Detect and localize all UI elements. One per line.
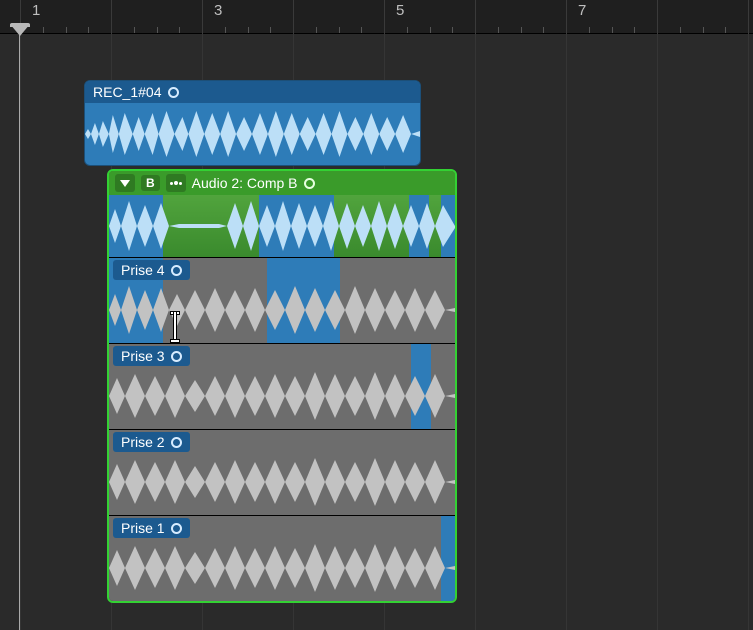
comp-row[interactable]: B Audio 2: Comp B	[109, 171, 455, 257]
ruler-ticks	[0, 23, 753, 33]
loop-icon	[304, 178, 315, 189]
waveform	[109, 280, 455, 340]
take-folder-audio2[interactable]: B Audio 2: Comp B Prise	[107, 169, 457, 603]
loop-icon	[171, 265, 182, 276]
region-name: REC_1#04	[93, 84, 162, 100]
chevron-down-icon	[120, 180, 130, 187]
timeline-ruler[interactable]: 1 3 5 7	[0, 0, 753, 34]
take-name: Prise 1	[121, 520, 165, 536]
loop-icon	[171, 437, 182, 448]
split-cursor-icon[interactable]	[171, 312, 179, 342]
region-header[interactable]: REC_1#04	[85, 81, 420, 103]
ruler-label: 1	[32, 2, 40, 19]
comp-header[interactable]: B Audio 2: Comp B	[109, 171, 455, 195]
waveform	[109, 452, 455, 512]
take-label[interactable]: Prise 4	[113, 260, 190, 280]
take-lane[interactable]: Prise 4	[109, 257, 455, 343]
playhead-line	[19, 34, 20, 630]
ruler-label: 7	[578, 2, 586, 19]
loop-icon	[171, 523, 182, 534]
take-lane[interactable]: Prise 3	[109, 343, 455, 429]
ruler-label: 3	[214, 2, 222, 19]
comp-waveform[interactable]	[109, 195, 455, 257]
waveform	[109, 366, 455, 426]
ruler-label: 5	[396, 2, 404, 19]
take-label[interactable]: Prise 2	[113, 432, 190, 452]
take-name: Prise 4	[121, 262, 165, 278]
take-label[interactable]: Prise 3	[113, 346, 190, 366]
comp-title: Audio 2: Comp B	[192, 175, 298, 191]
take-name: Prise 3	[121, 348, 165, 364]
quick-swipe-icon[interactable]	[166, 174, 186, 192]
loop-icon	[168, 87, 179, 98]
loop-icon	[171, 351, 182, 362]
take-lane[interactable]: Prise 1	[109, 515, 455, 601]
take-lane[interactable]: Prise 2	[109, 429, 455, 515]
disclosure-button[interactable]	[115, 174, 135, 192]
audio-region-rec1-04[interactable]: REC_1#04	[84, 80, 421, 166]
playhead[interactable]	[10, 24, 30, 36]
take-name: Prise 2	[121, 434, 165, 450]
waveform	[109, 538, 455, 598]
comp-tag[interactable]: B	[141, 175, 160, 191]
waveform	[85, 103, 420, 165]
take-label[interactable]: Prise 1	[113, 518, 190, 538]
